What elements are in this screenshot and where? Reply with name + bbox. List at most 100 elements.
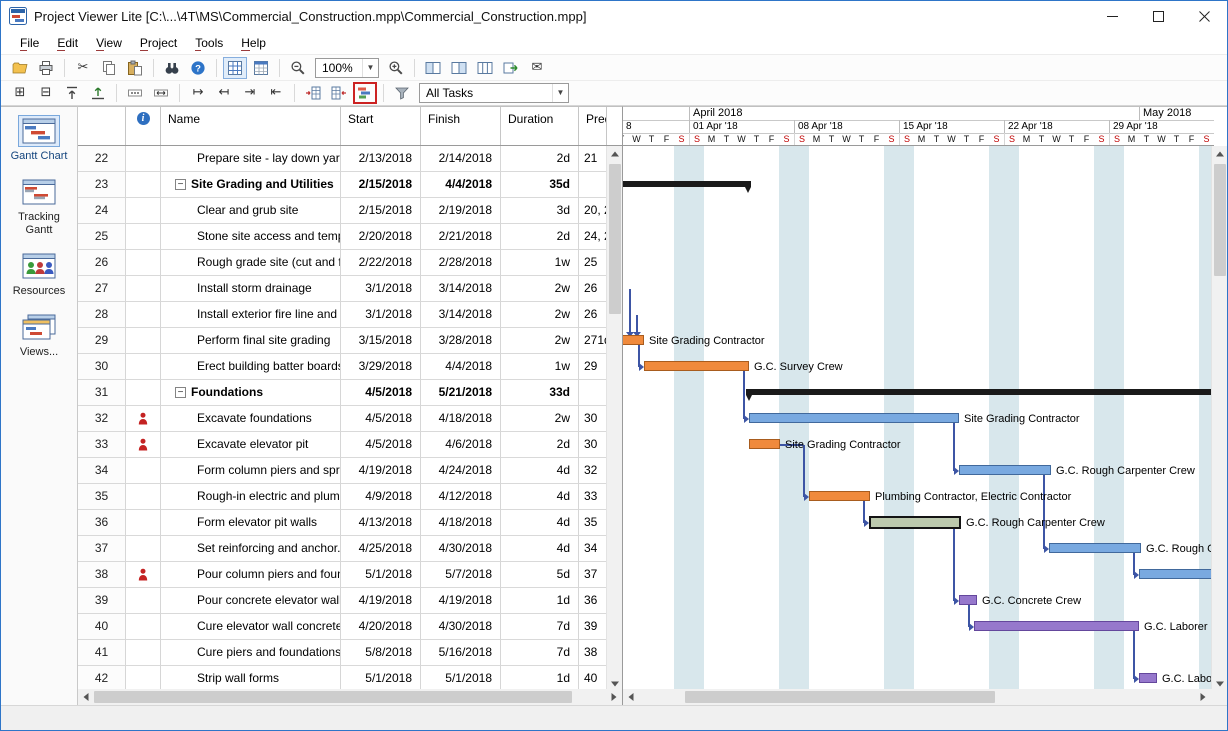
task-finish-cell[interactable]: 2/21/2018 — [421, 224, 501, 250]
task-start-cell[interactable]: 2/22/2018 — [341, 250, 421, 276]
task-predecessors-cell[interactable]: 36 — [579, 588, 607, 614]
close-button[interactable] — [1181, 1, 1227, 31]
table-row[interactable]: 38Pour column piers and foun...5/1/20185… — [78, 562, 607, 588]
task-predecessors-cell[interactable]: 29 — [579, 354, 607, 380]
row-number-cell[interactable]: 23 — [78, 172, 126, 198]
task-start-cell[interactable]: 4/5/2018 — [341, 380, 421, 406]
task-start-cell[interactable]: 3/15/2018 — [341, 328, 421, 354]
row-number-cell[interactable]: 41 — [78, 640, 126, 666]
task-bar[interactable] — [1139, 569, 1214, 579]
task-predecessors-cell[interactable] — [579, 172, 607, 198]
menu-item-tools[interactable]: Tools — [186, 33, 232, 53]
task-predecessors-cell[interactable]: 37 — [579, 562, 607, 588]
table-row[interactable]: 36Form elevator pit walls4/13/20184/18/2… — [78, 510, 607, 536]
task-name-cell[interactable]: Install storm drainage — [161, 276, 341, 302]
row-number-cell[interactable]: 34 — [78, 458, 126, 484]
task-finish-cell[interactable]: 4/18/2018 — [421, 406, 501, 432]
task-start-cell[interactable]: 4/20/2018 — [341, 614, 421, 640]
delete-task-button[interactable]: ⊟ — [34, 82, 58, 104]
menu-item-edit[interactable]: Edit — [48, 33, 87, 53]
task-start-cell[interactable]: 4/19/2018 — [341, 458, 421, 484]
task-bar[interactable] — [1049, 543, 1141, 553]
zoom-in-button[interactable] — [384, 57, 408, 79]
row-number-cell[interactable]: 26 — [78, 250, 126, 276]
collapse-icon[interactable]: − — [175, 387, 186, 398]
email-button[interactable]: ✉ — [525, 57, 549, 79]
info-cell[interactable] — [126, 458, 161, 484]
task-name-cell[interactable]: Form column piers and spre... — [161, 458, 341, 484]
row-number-cell[interactable]: 24 — [78, 198, 126, 224]
table-row[interactable]: 29Perform final site grading3/15/20183/2… — [78, 328, 607, 354]
task-bar[interactable] — [869, 516, 961, 529]
task-predecessors-cell[interactable]: 30 — [579, 406, 607, 432]
task-predecessors-cell[interactable]: 34 — [579, 536, 607, 562]
task-predecessors-cell[interactable]: 35 — [579, 510, 607, 536]
task-finish-cell[interactable]: 2/19/2018 — [421, 198, 501, 224]
scroll-thumb[interactable] — [609, 164, 621, 314]
task-name-cell[interactable]: Excavate foundations — [161, 406, 341, 432]
table-row[interactable]: 28Install exterior fire line and ...3/1/… — [78, 302, 607, 328]
sidebar-item-gantt[interactable]: Gantt Chart — [4, 115, 74, 163]
pane-columns-layout-button[interactable] — [473, 57, 497, 79]
collapse-icon[interactable]: − — [175, 179, 186, 190]
summary-bar[interactable] — [623, 181, 751, 187]
task-start-cell[interactable]: 3/1/2018 — [341, 276, 421, 302]
task-finish-cell[interactable]: 4/12/2018 — [421, 484, 501, 510]
task-bar[interactable] — [749, 439, 780, 449]
task-duration-cell[interactable]: 33d — [501, 380, 579, 406]
scroll-left-button[interactable] — [78, 689, 94, 705]
info-cell[interactable] — [126, 172, 161, 198]
scroll-left-button[interactable] — [623, 689, 639, 705]
print-button[interactable] — [34, 57, 58, 79]
task-predecessors-cell[interactable]: 26 — [579, 276, 607, 302]
table-row[interactable]: 35Rough-in electric and plum...4/9/20184… — [78, 484, 607, 510]
task-finish-cell[interactable]: 4/30/2018 — [421, 614, 501, 640]
row-number-cell[interactable]: 27 — [78, 276, 126, 302]
task-name-cell[interactable]: −Site Grading and Utilities — [161, 172, 341, 198]
info-cell[interactable] — [126, 562, 161, 588]
task-finish-cell[interactable]: 3/28/2018 — [421, 328, 501, 354]
task-predecessors-cell[interactable]: 38 — [579, 640, 607, 666]
task-finish-cell[interactable]: 5/16/2018 — [421, 640, 501, 666]
chevron-down-icon[interactable]: ▼ — [552, 84, 568, 102]
task-start-cell[interactable]: 4/9/2018 — [341, 484, 421, 510]
task-filter-combobox[interactable]: All Tasks▼ — [419, 83, 569, 103]
task-start-cell[interactable]: 4/19/2018 — [341, 588, 421, 614]
info-cell[interactable] — [126, 406, 161, 432]
table-row[interactable]: 22Prepare site - lay down yard...2/13/20… — [78, 146, 607, 172]
task-finish-cell[interactable]: 4/18/2018 — [421, 510, 501, 536]
task-bar[interactable] — [974, 621, 1139, 631]
task-duration-cell[interactable]: 2w — [501, 302, 579, 328]
scroll-thumb[interactable] — [1214, 164, 1226, 276]
row-number-cell[interactable]: 39 — [78, 588, 126, 614]
task-finish-cell[interactable]: 4/30/2018 — [421, 536, 501, 562]
row-number-cell[interactable]: 32 — [78, 406, 126, 432]
task-duration-cell[interactable]: 4d — [501, 458, 579, 484]
task-finish-cell[interactable]: 2/28/2018 — [421, 250, 501, 276]
open-button[interactable] — [8, 57, 32, 79]
row-number-cell[interactable]: 25 — [78, 224, 126, 250]
scroll-up-button[interactable] — [1212, 146, 1228, 162]
task-duration-cell[interactable]: 2w — [501, 406, 579, 432]
link-tasks-button[interactable] — [123, 82, 147, 104]
task-finish-cell[interactable]: 3/14/2018 — [421, 302, 501, 328]
task-name-cell[interactable]: Erect building batter boards ... — [161, 354, 341, 380]
task-start-cell[interactable]: 4/13/2018 — [341, 510, 421, 536]
export-button[interactable] — [86, 82, 110, 104]
sidebar-item-views[interactable]: Views... — [4, 311, 74, 359]
info-cell[interactable] — [126, 354, 161, 380]
task-finish-cell[interactable]: 4/4/2018 — [421, 354, 501, 380]
task-finish-cell[interactable]: 4/6/2018 — [421, 432, 501, 458]
task-start-cell[interactable]: 2/15/2018 — [341, 198, 421, 224]
column-header-pred[interactable]: Prede — [579, 107, 607, 145]
table-row[interactable]: 31−Foundations4/5/20185/21/201833d — [78, 380, 607, 406]
task-name-cell[interactable]: Clear and grub site — [161, 198, 341, 224]
table-row[interactable]: 32Excavate foundations4/5/20184/18/20182… — [78, 406, 607, 432]
task-duration-cell[interactable]: 2d — [501, 432, 579, 458]
collapse-columns-button[interactable] — [301, 82, 325, 104]
column-header-num[interactable] — [78, 107, 126, 145]
row-number-cell[interactable]: 29 — [78, 328, 126, 354]
task-duration-cell[interactable]: 3d — [501, 198, 579, 224]
table-row[interactable]: 40Cure elevator wall concrete4/20/20184/… — [78, 614, 607, 640]
sidebar-item-tracking[interactable]: Tracking Gantt — [4, 176, 74, 237]
